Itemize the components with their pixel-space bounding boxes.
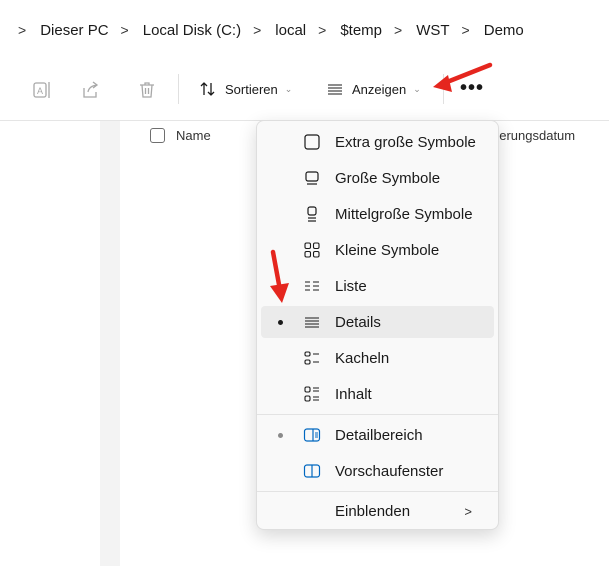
toolbar-divider	[178, 74, 179, 104]
annotation-arrow-icon	[270, 249, 289, 303]
select-all-checkbox[interactable]	[150, 128, 165, 143]
menu-item-content[interactable]: Inhalt	[261, 378, 494, 410]
preview-pane-icon	[303, 464, 321, 478]
menu-item-tiles[interactable]: Kacheln	[261, 342, 494, 374]
chevron-down-icon: ⌄	[413, 83, 421, 94]
details-icon	[305, 317, 319, 328]
breadcrumb-separator[interactable]: >	[253, 22, 261, 38]
breadcrumb-separator[interactable]: >	[318, 22, 326, 38]
annotation-arrow-icon	[433, 62, 493, 92]
view-menu: Extra große Symbole Große Symbole Mittel…	[256, 120, 499, 530]
menu-item-show[interactable]: Einblenden >	[261, 495, 494, 527]
sort-icon	[200, 82, 215, 96]
extra-large-icons-icon	[304, 134, 320, 150]
breadcrumb-separator[interactable]: >	[462, 22, 470, 38]
large-icons-icon	[305, 171, 319, 185]
tiles-icon	[304, 351, 319, 365]
menu-item-label: Vorschaufenster	[335, 462, 444, 480]
rename-icon[interactable]: A	[32, 80, 52, 100]
breadcrumb: > Dieser PC > Local Disk (C:) > local > …	[0, 0, 609, 60]
svg-text:A: A	[37, 86, 43, 96]
menu-item-details-pane[interactable]: Detailbereich	[261, 419, 494, 451]
menu-item-details[interactable]: Details	[261, 306, 494, 338]
delete-icon[interactable]	[137, 80, 157, 100]
column-header-date-modified[interactable]: derungsdatum	[492, 128, 575, 143]
breadcrumb-item-local[interactable]: local	[275, 22, 306, 39]
sort-button[interactable]: Sortieren ⌄	[199, 78, 292, 100]
list-icon	[305, 281, 319, 291]
menu-divider	[257, 491, 498, 492]
breadcrumb-item-local-disk[interactable]: Local Disk (C:)	[143, 22, 241, 39]
breadcrumb-item-demo[interactable]: Demo	[484, 22, 524, 39]
content-icon	[304, 386, 319, 402]
selected-indicator	[278, 319, 283, 325]
menu-item-extra-large-icons[interactable]: Extra große Symbole	[261, 126, 494, 158]
menu-item-label: Große Symbole	[335, 169, 441, 187]
view-icon	[328, 84, 342, 95]
column-header-name[interactable]: Name	[176, 128, 211, 143]
menu-item-label: Inhalt	[335, 385, 372, 403]
view-button[interactable]: Anzeigen ⌄	[326, 78, 421, 100]
breadcrumb-separator[interactable]: >	[394, 22, 402, 38]
breadcrumb-item-temp[interactable]: $temp	[340, 22, 382, 39]
sort-label: Sortieren	[225, 81, 278, 97]
menu-item-small-icons[interactable]: Kleine Symbole	[261, 234, 494, 266]
chevron-down-icon: ⌄	[284, 83, 293, 94]
menu-item-label: Detailbereich	[335, 426, 423, 444]
menu-divider	[257, 414, 498, 415]
small-icons-icon	[304, 242, 320, 258]
menu-item-label: Extra große Symbole	[335, 133, 476, 151]
breadcrumb-item-this-pc[interactable]: Dieser PC	[40, 22, 108, 39]
view-label: Anzeigen	[352, 81, 407, 97]
menu-item-large-icons[interactable]: Große Symbole	[261, 162, 494, 194]
breadcrumb-separator[interactable]: >	[18, 22, 26, 38]
menu-item-label: Einblenden	[335, 502, 411, 520]
breadcrumb-separator[interactable]: >	[121, 22, 129, 38]
breadcrumb-item-wst[interactable]: WST	[416, 22, 449, 39]
medium-icons-icon	[307, 206, 317, 222]
menu-item-label: Details	[335, 313, 381, 331]
details-pane-icon	[303, 428, 321, 442]
menu-item-label: Mittelgroße Symbole	[335, 205, 473, 223]
chevron-right-icon: >	[464, 503, 472, 519]
menu-item-list[interactable]: Liste	[261, 270, 494, 302]
menu-item-label: Kacheln	[335, 349, 390, 367]
menu-item-label: Liste	[335, 277, 367, 295]
menu-item-medium-icons[interactable]: Mittelgroße Symbole	[261, 198, 494, 230]
menu-item-preview-pane[interactable]: Vorschaufenster	[261, 455, 494, 487]
menu-item-label: Kleine Symbole	[335, 241, 440, 259]
navigation-pane	[100, 121, 120, 566]
active-indicator	[278, 432, 283, 438]
share-icon[interactable]	[80, 80, 100, 100]
